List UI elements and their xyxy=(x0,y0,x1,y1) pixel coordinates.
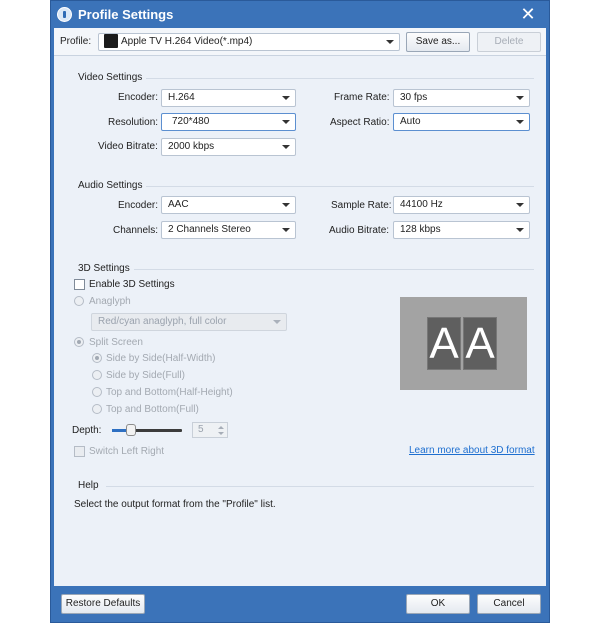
audio-bitrate-value: 128 kbps xyxy=(400,224,441,235)
title-bar: Profile Settings ✕ xyxy=(51,1,549,28)
restore-defaults-button[interactable]: Restore Defaults xyxy=(61,594,145,614)
top-bottom-half-label: Top and Bottom(Half-Height) xyxy=(106,387,233,398)
enable-3d-checkbox[interactable] xyxy=(74,279,85,290)
audio-bitrate-label: Audio Bitrate: xyxy=(329,225,390,236)
video-bitrate-label: Video Bitrate: xyxy=(98,141,158,152)
profile-row: Profile: Apple TV H.264 Video(*.mp4) Sav… xyxy=(54,28,546,56)
3d-settings-title: 3D Settings xyxy=(78,263,130,274)
aspect-ratio-select[interactable]: Auto xyxy=(393,113,530,131)
preview-letter-right: A xyxy=(463,317,497,370)
chevron-down-icon xyxy=(516,120,524,124)
split-screen-label: Split Screen xyxy=(89,337,143,348)
cancel-button[interactable]: Cancel xyxy=(477,594,541,614)
help-title: Help xyxy=(78,480,99,491)
sample-rate-value: 44100 Hz xyxy=(400,199,443,210)
video-bitrate-value: 2000 kbps xyxy=(168,141,215,152)
chevron-down-icon xyxy=(516,228,524,232)
aspect-ratio-value: Auto xyxy=(400,116,421,127)
chevron-down-icon xyxy=(386,40,394,44)
tv-icon xyxy=(104,34,118,48)
side-by-side-full-radio[interactable] xyxy=(92,370,102,380)
profile-select[interactable]: Apple TV H.264 Video(*.mp4) xyxy=(98,33,400,51)
resolution-select[interactable]: 720*480 xyxy=(161,113,296,131)
profile-select-value: Apple TV H.264 Video(*.mp4) xyxy=(121,36,253,47)
app-icon xyxy=(57,7,72,22)
anaglyph-label: Anaglyph xyxy=(89,296,131,307)
divider xyxy=(106,486,534,487)
arrow-up-icon[interactable] xyxy=(218,426,224,429)
delete-button[interactable]: Delete xyxy=(477,32,541,52)
arrow-down-icon[interactable] xyxy=(218,432,224,435)
top-bottom-full-label: Top and Bottom(Full) xyxy=(106,404,199,415)
side-by-side-full-label: Side by Side(Full) xyxy=(106,370,185,381)
chevron-down-icon xyxy=(282,203,290,207)
chevron-down-icon xyxy=(516,203,524,207)
resolution-value: 720*480 xyxy=(172,116,210,127)
anaglyph-radio[interactable] xyxy=(74,296,84,306)
window-title: Profile Settings xyxy=(78,7,174,22)
chevron-down-icon xyxy=(282,96,290,100)
anaglyph-value: Red/cyan anaglyph, full color xyxy=(98,316,227,327)
frame-rate-label: Frame Rate: xyxy=(334,92,390,103)
depth-label: Depth: xyxy=(72,425,102,436)
chevron-down-icon xyxy=(282,228,290,232)
audio-settings-title: Audio Settings xyxy=(78,180,143,191)
channels-value: 2 Channels Stereo xyxy=(168,224,251,235)
resolution-label: Resolution: xyxy=(108,117,159,128)
top-bottom-full-radio[interactable] xyxy=(92,404,102,414)
audio-encoder-select[interactable]: AAC xyxy=(161,196,296,214)
footer-bar: Restore Defaults OK Cancel xyxy=(54,586,546,620)
side-by-side-half-radio[interactable] xyxy=(92,353,102,363)
chevron-down-icon xyxy=(516,96,524,100)
aspect-ratio-label: Aspect Ratio: xyxy=(330,117,390,128)
side-by-side-half-label: Side by Side(Half-Width) xyxy=(106,353,216,364)
frame-rate-value: 30 fps xyxy=(400,92,428,103)
profile-settings-window: Profile Settings ✕ Profile: Apple TV H.2… xyxy=(50,0,550,623)
sample-rate-select[interactable]: 44100 Hz xyxy=(393,196,530,214)
dialog-body: Profile: Apple TV H.264 Video(*.mp4) Sav… xyxy=(54,28,546,620)
anaglyph-select[interactable]: Red/cyan anaglyph, full color xyxy=(91,313,287,331)
ok-button[interactable]: OK xyxy=(406,594,470,614)
preview-letter-left: A xyxy=(427,317,461,370)
learn-more-3d-link[interactable]: Learn more about 3D format xyxy=(409,445,535,456)
divider xyxy=(146,78,534,79)
enable-3d-label: Enable 3D Settings xyxy=(89,279,175,290)
audio-encoder-label: Encoder: xyxy=(118,200,159,211)
top-bottom-half-radio[interactable] xyxy=(92,387,102,397)
chevron-down-icon xyxy=(282,120,290,124)
chevron-down-icon xyxy=(273,320,281,324)
audio-bitrate-select[interactable]: 128 kbps xyxy=(393,221,530,239)
depth-stepper[interactable]: 5 xyxy=(192,422,228,438)
depth-value: 5 xyxy=(198,424,204,435)
profile-label: Profile: xyxy=(60,36,92,47)
video-encoder-select[interactable]: H.264 xyxy=(161,89,296,107)
depth-slider-thumb[interactable] xyxy=(126,424,136,436)
divider xyxy=(134,269,534,270)
save-as-button[interactable]: Save as... xyxy=(406,32,470,52)
close-icon[interactable]: ✕ xyxy=(519,4,537,24)
switch-left-right-label: Switch Left Right xyxy=(89,446,165,457)
video-bitrate-select[interactable]: 2000 kbps xyxy=(161,138,296,156)
sample-rate-label: Sample Rate: xyxy=(331,200,392,211)
video-settings-title: Video Settings xyxy=(78,72,143,83)
chevron-down-icon xyxy=(282,145,290,149)
divider xyxy=(146,186,534,187)
3d-preview: A A xyxy=(400,297,527,390)
channels-label: Channels: xyxy=(113,225,159,236)
split-screen-radio[interactable] xyxy=(74,337,84,347)
channels-select[interactable]: 2 Channels Stereo xyxy=(161,221,296,239)
video-encoder-label: Encoder: xyxy=(118,92,159,103)
video-encoder-value: H.264 xyxy=(168,92,195,103)
switch-left-right-checkbox[interactable] xyxy=(74,446,85,457)
frame-rate-select[interactable]: 30 fps xyxy=(393,89,530,107)
help-text: Select the output format from the "Profi… xyxy=(74,499,276,510)
audio-encoder-value: AAC xyxy=(168,199,189,210)
